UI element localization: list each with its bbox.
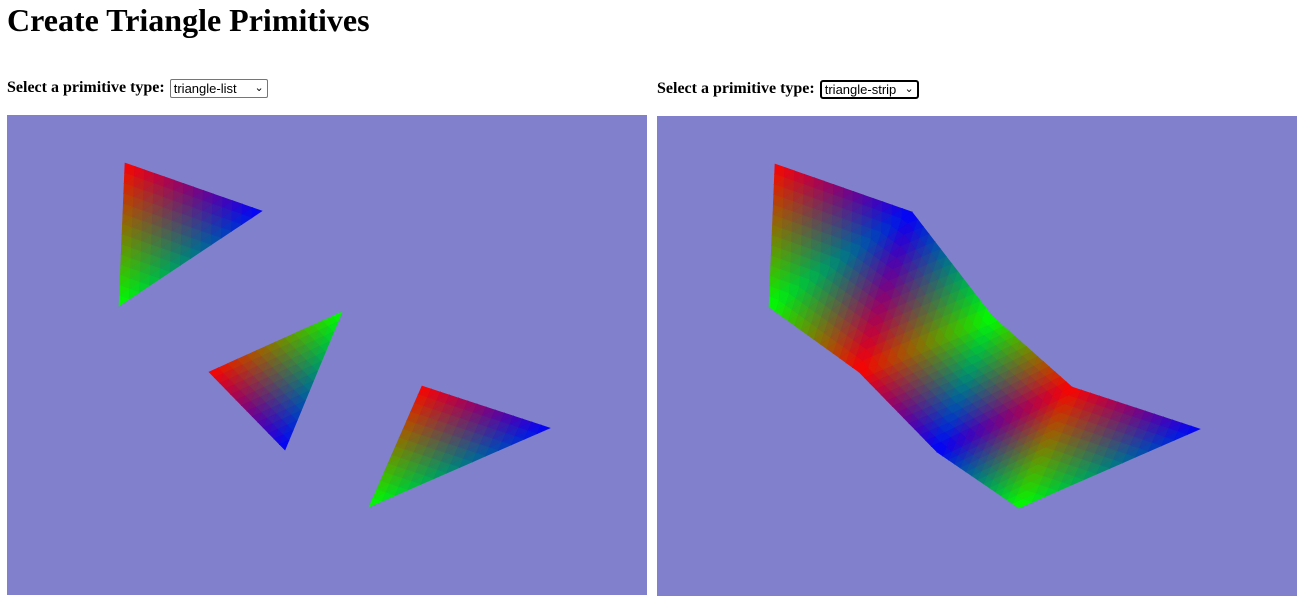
primitive-type-label: Select a primitive type: (7, 79, 165, 96)
primitive-type-label: Select a primitive type: (657, 80, 815, 97)
primitive-type-value: triangle-strip (824, 81, 897, 97)
canvas-background (7, 115, 647, 595)
right-controls: Select a primitive type: triangle-strip … (657, 79, 919, 99)
page-title: Create Triangle Primitives (7, 2, 370, 38)
primitive-type-value: triangle-list (173, 80, 237, 96)
left-controls: Select a primitive type: triangle-list ⌄ (7, 78, 268, 98)
chevron-down-icon: ⌄ (254, 81, 264, 94)
triangle-strip-canvas (657, 116, 1297, 596)
primitive-type-select[interactable]: triangle-strip ⌄ (819, 79, 919, 99)
triangle-list-canvas (7, 115, 647, 595)
primitive-type-select[interactable]: triangle-list ⌄ (169, 78, 268, 98)
chevron-down-icon: ⌄ (904, 82, 914, 95)
